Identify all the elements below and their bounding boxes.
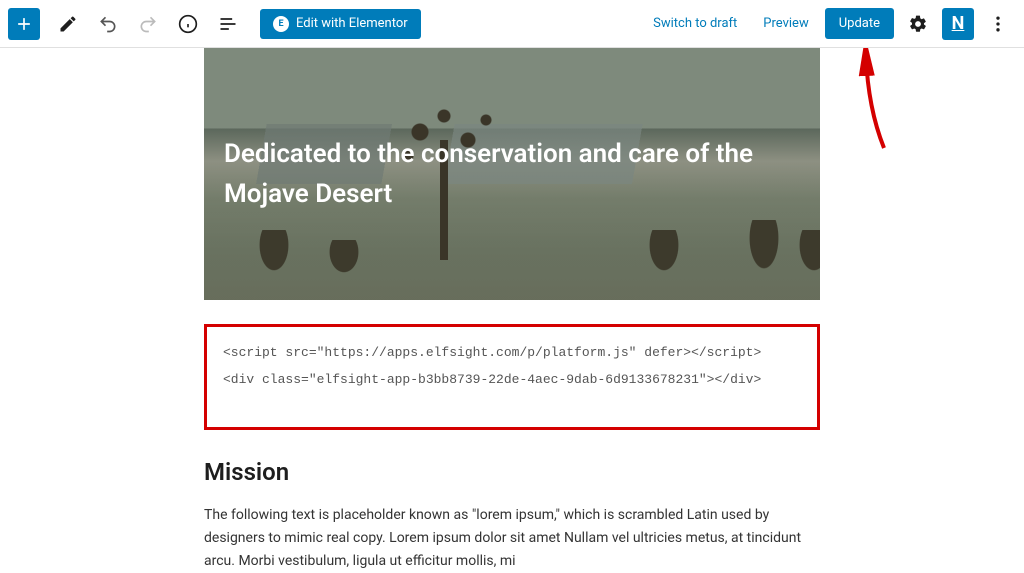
edit-icon[interactable] — [50, 6, 86, 42]
switch-to-draft-button[interactable]: Switch to draft — [643, 9, 747, 38]
code-line-1: <script src="https://apps.elfsight.com/p… — [223, 345, 801, 360]
redo-button[interactable] — [130, 6, 166, 42]
hero-image-block[interactable]: Dedicated to the conservation and care o… — [204, 48, 820, 300]
more-options-button[interactable] — [980, 6, 1016, 42]
elementor-label: Edit with Elementor — [296, 16, 408, 31]
section-heading[interactable]: Mission — [204, 458, 820, 486]
info-button[interactable] — [170, 6, 206, 42]
add-block-button[interactable] — [8, 8, 40, 40]
editor-toolbar: E Edit with Elementor Switch to draft Pr… — [0, 0, 1024, 48]
elementor-icon: E — [273, 16, 289, 32]
mission-section: Mission The following text is placeholde… — [204, 458, 820, 573]
preview-button[interactable]: Preview — [753, 9, 818, 38]
html-code-block[interactable]: <script src="https://apps.elfsight.com/p… — [204, 324, 820, 430]
settings-button[interactable] — [900, 6, 936, 42]
page-title: Dedicated to the conservation and care o… — [224, 134, 800, 215]
list-view-button[interactable] — [210, 6, 246, 42]
undo-button[interactable] — [90, 6, 126, 42]
plugin-badge[interactable]: N — [942, 8, 974, 40]
elementor-button[interactable]: E Edit with Elementor — [260, 9, 421, 39]
code-line-2: <div class="elfsight-app-b3bb8739-22de-4… — [223, 372, 801, 387]
update-button[interactable]: Update — [825, 8, 894, 39]
section-body[interactable]: The following text is placeholder known … — [204, 504, 820, 573]
annotation-arrow — [858, 48, 898, 158]
